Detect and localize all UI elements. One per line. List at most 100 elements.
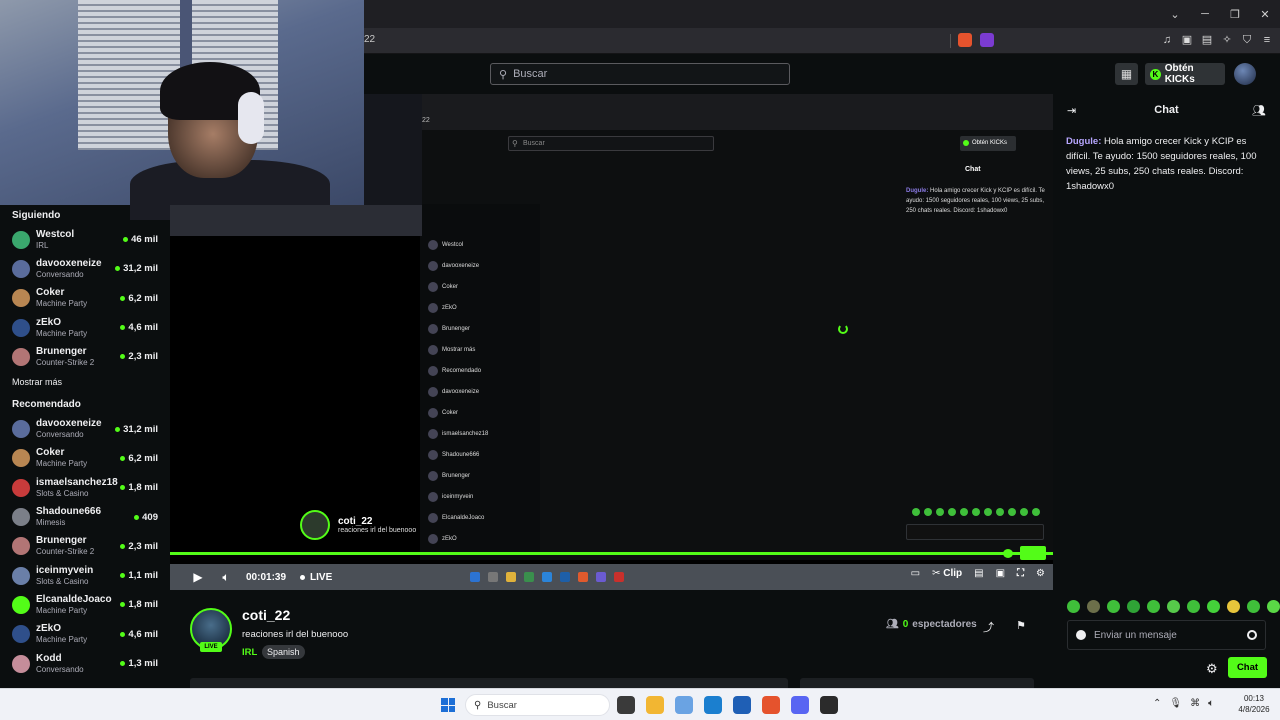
vpn-icon[interactable]: ⛉: [1240, 32, 1254, 48]
user-avatar[interactable]: [1234, 63, 1256, 85]
sidebar-channel[interactable]: iceinmyvein Slots & Casino 1,1 mil: [0, 561, 170, 590]
emote-icon[interactable]: [1127, 600, 1140, 613]
channel-viewer-count: 6,2 mil: [128, 452, 158, 464]
sidebar-channel[interactable]: Coker Machine Party 6,2 mil: [0, 444, 170, 473]
emote-icon[interactable]: [1207, 600, 1220, 613]
sidebar-channel[interactable]: Brunenger Counter-Strike 2 2,3 mil: [0, 532, 170, 561]
layout-icon[interactable]: ▦: [1115, 63, 1138, 85]
nested-stream-info: coti_22 reaciones irl del buenooo: [300, 510, 416, 540]
miniplayer-icon[interactable]: ▣: [996, 568, 1005, 579]
edge-icon[interactable]: [704, 696, 722, 714]
share-icon[interactable]: ⤴: [983, 619, 994, 635]
windows-start-icon[interactable]: [441, 698, 455, 712]
wallet-icon[interactable]: ▤: [1200, 32, 1214, 48]
discord-icon[interactable]: [791, 696, 809, 714]
get-kicks-button[interactable]: K Obtén KICKs: [1145, 63, 1225, 85]
chat-username[interactable]: Dugule:: [1066, 136, 1101, 147]
file-explorer-icon[interactable]: [646, 696, 664, 714]
restore-icon[interactable]: ❐: [1220, 0, 1250, 28]
live-dot-icon: [120, 325, 126, 331]
channel-category: Slots & Casino: [36, 488, 89, 498]
emote-icon[interactable]: [1167, 600, 1180, 613]
media-icon[interactable]: ♫: [1160, 32, 1174, 48]
chat-send-button[interactable]: Chat: [1228, 657, 1267, 678]
emote-icon[interactable]: [1267, 600, 1280, 613]
show-more-link[interactable]: Mostrar más: [0, 371, 170, 393]
chat-input[interactable]: Enviar un mensaje: [1067, 620, 1266, 650]
channel-name: iceinmyvein: [36, 564, 94, 576]
channel-avatar: [12, 508, 30, 527]
minimize-icon[interactable]: ─: [1190, 0, 1220, 28]
close-icon[interactable]: ✕: [1250, 0, 1280, 28]
emote-icon[interactable]: [1147, 600, 1160, 613]
nested-sidebar-item: Coker: [428, 402, 532, 423]
emote-icon[interactable]: [1187, 600, 1200, 613]
channel-name: davooxeneize: [36, 257, 102, 269]
emote-icon[interactable]: [1107, 600, 1120, 613]
sidebar-channel[interactable]: Shadoune666 Mimesis 409: [0, 502, 170, 531]
chevron-down-icon[interactable]: ⌄: [1160, 0, 1190, 28]
clock-date: 4/8/2026: [1238, 705, 1270, 714]
copilot-icon[interactable]: [675, 696, 693, 714]
toolbar-icons: ♫ ▣ ▤ ✧ ⛉ ≡: [1160, 32, 1274, 48]
taskbar-clock[interactable]: 00:13 4/8/2026: [1234, 693, 1274, 715]
search-icon: ⚲: [499, 68, 508, 81]
emote-icon[interactable]: [1087, 600, 1100, 613]
settings-icon[interactable]: ⚙: [1036, 568, 1045, 579]
stream-category[interactable]: IRL: [242, 647, 257, 658]
extensions-icon[interactable]: ✧: [1220, 32, 1234, 48]
live-indicator[interactable]: LIVE: [300, 572, 332, 583]
sidebar-channel[interactable]: zEkO Machine Party 4,6 mil: [0, 620, 170, 649]
play-icon[interactable]: ▶: [190, 569, 206, 585]
channel-viewers: 31,2 mil: [115, 424, 158, 435]
channel-meta: Coker Machine Party: [36, 447, 120, 469]
obs-icon[interactable]: [820, 696, 838, 714]
sidebar-channel[interactable]: Coker Machine Party 6,2 mil: [0, 284, 170, 313]
brave-rewards-icon[interactable]: [980, 33, 994, 47]
live-dot-icon: [120, 661, 126, 666]
language-tag[interactable]: Spanish: [262, 645, 305, 659]
chat-identity-icon[interactable]: [1076, 630, 1086, 640]
task-view-icon[interactable]: [617, 696, 635, 714]
emote-icon[interactable]: [1067, 600, 1080, 613]
menu-icon[interactable]: ≡: [1260, 32, 1274, 48]
volume-icon[interactable]: 🔈︎: [218, 569, 234, 585]
clip-button[interactable]: ✂ Clip: [932, 568, 962, 579]
speaker-icon[interactable]: 🔈︎: [1208, 698, 1214, 709]
store-icon[interactable]: [733, 696, 751, 714]
emote-icon[interactable]: [1247, 600, 1260, 613]
fullscreen-icon[interactable]: ⛶: [1017, 568, 1024, 579]
taskbar-search-placeholder: Buscar: [487, 699, 517, 711]
chat-settings-icon[interactable]: ⚙: [1206, 661, 1218, 677]
taskbar-search[interactable]: ⚲ Buscar: [465, 694, 610, 716]
nested-address-text: 22: [422, 117, 430, 124]
sidebar-channel[interactable]: zEkO Machine Party 4,6 mil: [0, 313, 170, 342]
progress-bar[interactable]: [170, 552, 1053, 555]
search-input[interactable]: ⚲ Buscar: [490, 63, 790, 85]
sidebar-channel[interactable]: davooxeneize Conversando 31,2 mil: [0, 414, 170, 443]
emote-icon[interactable]: [1227, 600, 1240, 613]
brave-icon[interactable]: [762, 696, 780, 714]
chevron-up-icon[interactable]: ⌃: [1153, 698, 1161, 709]
sidebar-channel[interactable]: ismaelsanchez18 Slots & Casino 1,8 mil: [0, 473, 170, 502]
taskbar-apps: [617, 696, 838, 714]
sidebar-channel[interactable]: Brunenger Counter-Strike 2 2,3 mil: [0, 342, 170, 371]
sidebar-channel[interactable]: Kodd Conversando 1,3 mil: [0, 649, 170, 678]
network-icon[interactable]: ⌘: [1190, 698, 1200, 709]
sidebar-channel[interactable]: davooxeneize Conversando 31,2 mil: [0, 254, 170, 283]
captions-icon[interactable]: ▤: [974, 568, 983, 579]
channel-viewers: 1,8 mil: [120, 482, 158, 493]
progress-knob[interactable]: [1003, 549, 1013, 558]
clock-time: 00:13: [1243, 694, 1265, 703]
theater-icon[interactable]: ▭: [911, 568, 920, 579]
follow-icon[interactable]: ⚑: [1016, 619, 1026, 632]
brave-shield-icon[interactable]: [958, 33, 972, 47]
streamer-name[interactable]: coti_22: [242, 607, 290, 623]
microphone-icon[interactable]: 🎙︎: [1169, 698, 1182, 709]
emoji-icon[interactable]: [1247, 630, 1257, 640]
chat-title: Chat: [1154, 104, 1179, 116]
sidebar-channel[interactable]: ElcanaldeJoaco Machine Party 1,8 mil: [0, 590, 170, 619]
chat-users-icon[interactable]: 👥︎: [1252, 104, 1266, 117]
sidebar-icon[interactable]: ▣: [1180, 32, 1194, 48]
playback-time: 00:01:39: [246, 571, 287, 583]
